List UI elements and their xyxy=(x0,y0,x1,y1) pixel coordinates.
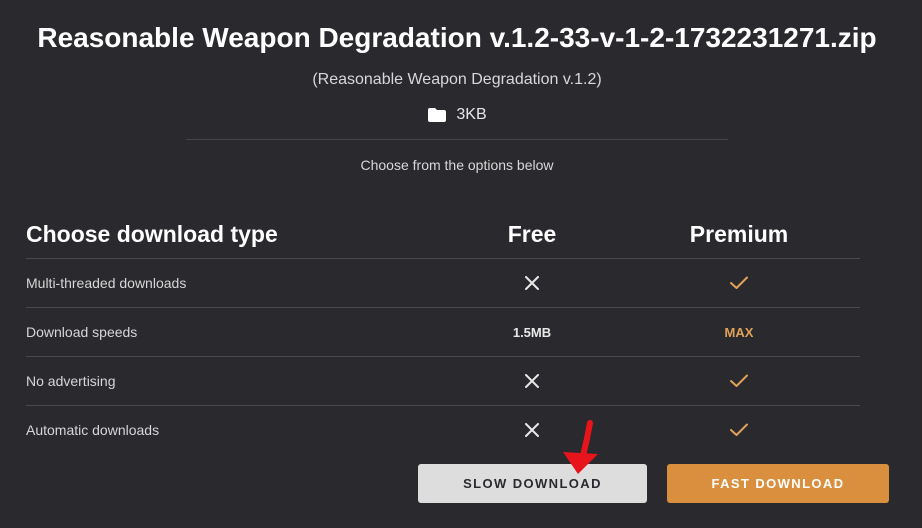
table-row: Download speeds 1.5MB MAX xyxy=(26,308,860,357)
feature-label: Automatic downloads xyxy=(26,422,160,438)
x-icon xyxy=(446,374,618,388)
check-icon xyxy=(618,276,860,290)
header-premium: Premium xyxy=(689,220,789,247)
slow-download-button[interactable]: SLOW DOWNLOAD xyxy=(418,464,647,503)
file-subtitle: (Reasonable Weapon Degradation v.1.2) xyxy=(312,71,602,88)
feature-label: Download speeds xyxy=(26,324,138,340)
options-hint: Choose from the options below xyxy=(360,157,554,173)
fast-download-button[interactable]: FAST DOWNLOAD xyxy=(667,464,889,503)
file-title: Reasonable Weapon Degradation v.1.2-33-v… xyxy=(37,22,877,53)
table-header: Choose download type Free Premium xyxy=(26,210,860,259)
free-speed-value: 1.5MB xyxy=(512,324,552,340)
download-page: Reasonable Weapon Degradation v.1.2-33-v… xyxy=(0,0,922,528)
premium-speed-value: MAX xyxy=(724,324,754,340)
download-type-table: Choose download type Free Premium Multi-… xyxy=(26,210,860,454)
header-feature: Choose download type xyxy=(26,220,278,247)
folder-icon xyxy=(427,107,447,123)
x-icon xyxy=(446,276,618,290)
file-size: 3KB xyxy=(456,106,487,123)
table-row: No advertising xyxy=(26,357,860,406)
check-icon xyxy=(618,423,860,437)
table-row: Multi-threaded downloads xyxy=(26,259,860,308)
feature-label: Multi-threaded downloads xyxy=(26,275,187,291)
file-size-row: 3KB xyxy=(0,106,914,124)
table-row: Automatic downloads xyxy=(26,406,860,454)
header-free: Free xyxy=(507,220,557,247)
red-arrow-icon xyxy=(556,418,604,481)
feature-label: No advertising xyxy=(26,373,116,389)
check-icon xyxy=(618,374,860,388)
divider xyxy=(186,139,728,140)
